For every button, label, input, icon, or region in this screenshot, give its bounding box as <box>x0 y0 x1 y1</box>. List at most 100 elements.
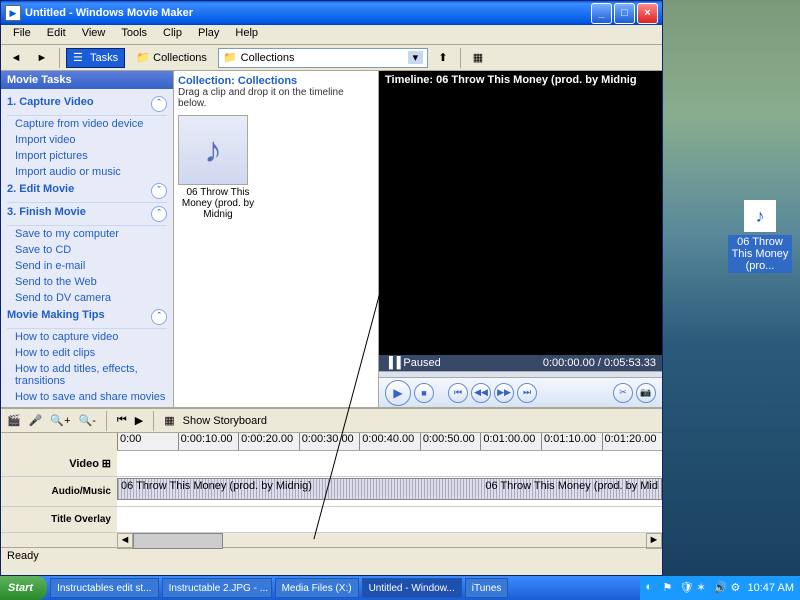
menu-edit[interactable]: Edit <box>39 25 74 44</box>
timeline-toolbar: 🎬 🎤 🔍+ 🔍- ⏮ ▶ ▦ Show Storyboard <box>1 409 662 433</box>
video-track-area[interactable] <box>117 451 662 476</box>
link-send-dv[interactable]: Send to DV camera <box>7 290 167 306</box>
menu-view[interactable]: View <box>74 25 114 44</box>
link-import-pictures[interactable]: Import pictures <box>7 148 167 164</box>
link-tip-capture[interactable]: How to capture video <box>7 329 167 345</box>
zoom-in-icon[interactable]: 🔍+ <box>50 414 70 427</box>
menu-tools[interactable]: Tools <box>113 25 155 44</box>
scroll-left-icon[interactable]: ◄ <box>117 533 133 549</box>
track-label: Video ⊞ <box>1 451 117 476</box>
taskbar-item-active[interactable]: Untitled - Window... <box>362 578 462 598</box>
preview-video[interactable] <box>379 89 662 355</box>
menubar: File Edit View Tools Clip Play Help <box>1 25 662 45</box>
section-edit-movie[interactable]: 2. Edit Movieˇ <box>7 180 167 203</box>
section-capture-video[interactable]: 1. Capture Videoˆ <box>7 93 167 116</box>
prev-button[interactable]: ⏮ <box>448 383 468 403</box>
section-finish-movie[interactable]: 3. Finish Movieˆ <box>7 203 167 226</box>
menu-file[interactable]: File <box>5 25 39 44</box>
view-button[interactable]: ▦ <box>467 47 489 69</box>
link-send-email[interactable]: Send in e-mail <box>7 258 167 274</box>
movie-maker-window: ▶ Untitled - Windows Movie Maker _ □ × F… <box>0 0 663 576</box>
tasks-button[interactable]: ☰Tasks <box>66 48 125 68</box>
chevron-down-icon[interactable]: ˇ <box>151 183 167 199</box>
preview-title: Timeline: 06 Throw This Money (prod. by … <box>379 71 662 89</box>
title-track[interactable]: Title Overlay <box>1 507 662 533</box>
chevron-up-icon[interactable]: ˆ <box>151 206 167 222</box>
chevron-up-icon[interactable]: ˆ <box>151 309 167 325</box>
clock[interactable]: 10:47 AM <box>748 582 794 594</box>
up-button[interactable]: ⬆ <box>432 47 454 69</box>
expand-icon[interactable]: ⊞ <box>102 457 111 470</box>
main-area: Movie Tasks 1. Capture Videoˆ Capture fr… <box>1 71 662 407</box>
maximize-button[interactable]: □ <box>614 3 635 24</box>
narrate-icon[interactable]: 🎤 <box>29 414 43 427</box>
window-title: Untitled - Windows Movie Maker <box>25 7 589 19</box>
back-button[interactable]: ◄ <box>5 47 27 69</box>
play-timeline-icon[interactable]: ▶ <box>135 414 143 427</box>
link-tip-save[interactable]: How to save and share movies <box>7 389 167 405</box>
collections-button[interactable]: 📁Collections <box>129 48 214 68</box>
forward-button[interactable]: ▶▶ <box>494 383 514 403</box>
taskbar-item[interactable]: Instructables edit st... <box>50 578 159 598</box>
clip-item[interactable]: ♪ 06 Throw This Money (prod. by Midnig <box>178 115 258 220</box>
ruler-tick: 0:01:20.00 <box>602 433 663 450</box>
tray-icon[interactable]: ⚙ <box>731 581 745 595</box>
link-import-audio[interactable]: Import audio or music <box>7 164 167 180</box>
scroll-right-icon[interactable]: ► <box>646 533 662 549</box>
zoom-out-icon[interactable]: 🔍- <box>79 414 96 427</box>
desktop-file-icon[interactable]: ♪ 06 Throw This Money (pro... <box>728 200 792 273</box>
link-import-video[interactable]: Import video <box>7 132 167 148</box>
link-capture-device[interactable]: Capture from video device <box>7 116 167 132</box>
section-tips[interactable]: Movie Making Tips ˆ <box>7 306 167 329</box>
close-button[interactable]: × <box>637 3 658 24</box>
titlebar[interactable]: ▶ Untitled - Windows Movie Maker _ □ × <box>1 1 662 25</box>
stop-button[interactable]: ■ <box>414 383 434 403</box>
next-button[interactable]: ⏭ <box>517 383 537 403</box>
tray-icon[interactable]: ◐ <box>646 581 660 595</box>
menu-help[interactable]: Help <box>227 25 266 44</box>
link-send-web[interactable]: Send to the Web <box>7 274 167 290</box>
system-tray[interactable]: ◐ ⚑ 🛡 ✶ 🔊 ⚙ 10:47 AM <box>640 576 800 600</box>
menu-play[interactable]: Play <box>190 25 227 44</box>
chevron-up-icon[interactable]: ˆ <box>151 96 167 112</box>
task-pane-header: Movie Tasks <box>1 71 173 89</box>
link-tip-titles[interactable]: How to add titles, effects, transitions <box>7 361 167 389</box>
minimize-button[interactable]: _ <box>591 3 612 24</box>
play-button[interactable]: ▶ <box>385 380 411 406</box>
snapshot-button[interactable]: 📷 <box>636 383 656 403</box>
section-title: Movie Making Tips <box>7 309 105 325</box>
menu-clip[interactable]: Clip <box>155 25 190 44</box>
tray-icon[interactable]: 🔊 <box>714 581 728 595</box>
start-button[interactable]: Start <box>0 576 47 600</box>
link-tip-edit[interactable]: How to edit clips <box>7 345 167 361</box>
separator <box>106 411 107 431</box>
collections-combo[interactable]: 📁 Collections ▾ <box>218 48 428 68</box>
rewind-timeline-icon[interactable]: ⏮ <box>117 414 127 427</box>
video-track[interactable]: Video ⊞ <box>1 451 662 477</box>
time-display: 0:00:00.00 / 0:05:53.33 <box>543 357 656 369</box>
ruler-tick: 0:01:10.00 <box>541 433 602 450</box>
forward-button[interactable]: ► <box>31 47 53 69</box>
audio-clip[interactable]: 06 Throw This Money (prod. by Midnig) 06… <box>117 478 662 500</box>
audio-clip-label-end: 06 Throw This Money (prod. by Mid <box>485 480 658 498</box>
audio-track[interactable]: Audio/Music 06 Throw This Money (prod. b… <box>1 477 662 507</box>
timeline-ruler[interactable]: 0:00 0:00:10.00 0:00:20.00 0:00:30.00 0:… <box>117 433 662 451</box>
title-track-area[interactable] <box>117 507 662 532</box>
rewind-button[interactable]: ◀◀ <box>471 383 491 403</box>
link-save-computer[interactable]: Save to my computer <box>7 226 167 242</box>
taskbar-item[interactable]: Instructable 2.JPG - ... <box>162 578 272 598</box>
chevron-down-icon[interactable]: ▾ <box>408 51 423 64</box>
tray-icon[interactable]: 🛡 <box>680 581 694 595</box>
tray-icon[interactable]: ✶ <box>697 581 711 595</box>
storyboard-icon: ▦ <box>164 414 174 427</box>
scroll-thumb[interactable] <box>133 533 223 549</box>
tray-icon[interactable]: ⚑ <box>663 581 677 595</box>
taskbar-item[interactable]: iTunes <box>465 578 509 598</box>
taskbar-item[interactable]: Media Files (X:) <box>275 578 359 598</box>
horizontal-scrollbar[interactable]: ◄ ► <box>117 533 662 549</box>
show-storyboard-button[interactable]: Show Storyboard <box>183 415 267 427</box>
link-save-cd[interactable]: Save to CD <box>7 242 167 258</box>
audio-track-area[interactable]: 06 Throw This Money (prod. by Midnig) 06… <box>117 477 662 506</box>
timeline-tools-icon[interactable]: 🎬 <box>7 414 21 427</box>
split-button[interactable]: ✂ <box>613 383 633 403</box>
